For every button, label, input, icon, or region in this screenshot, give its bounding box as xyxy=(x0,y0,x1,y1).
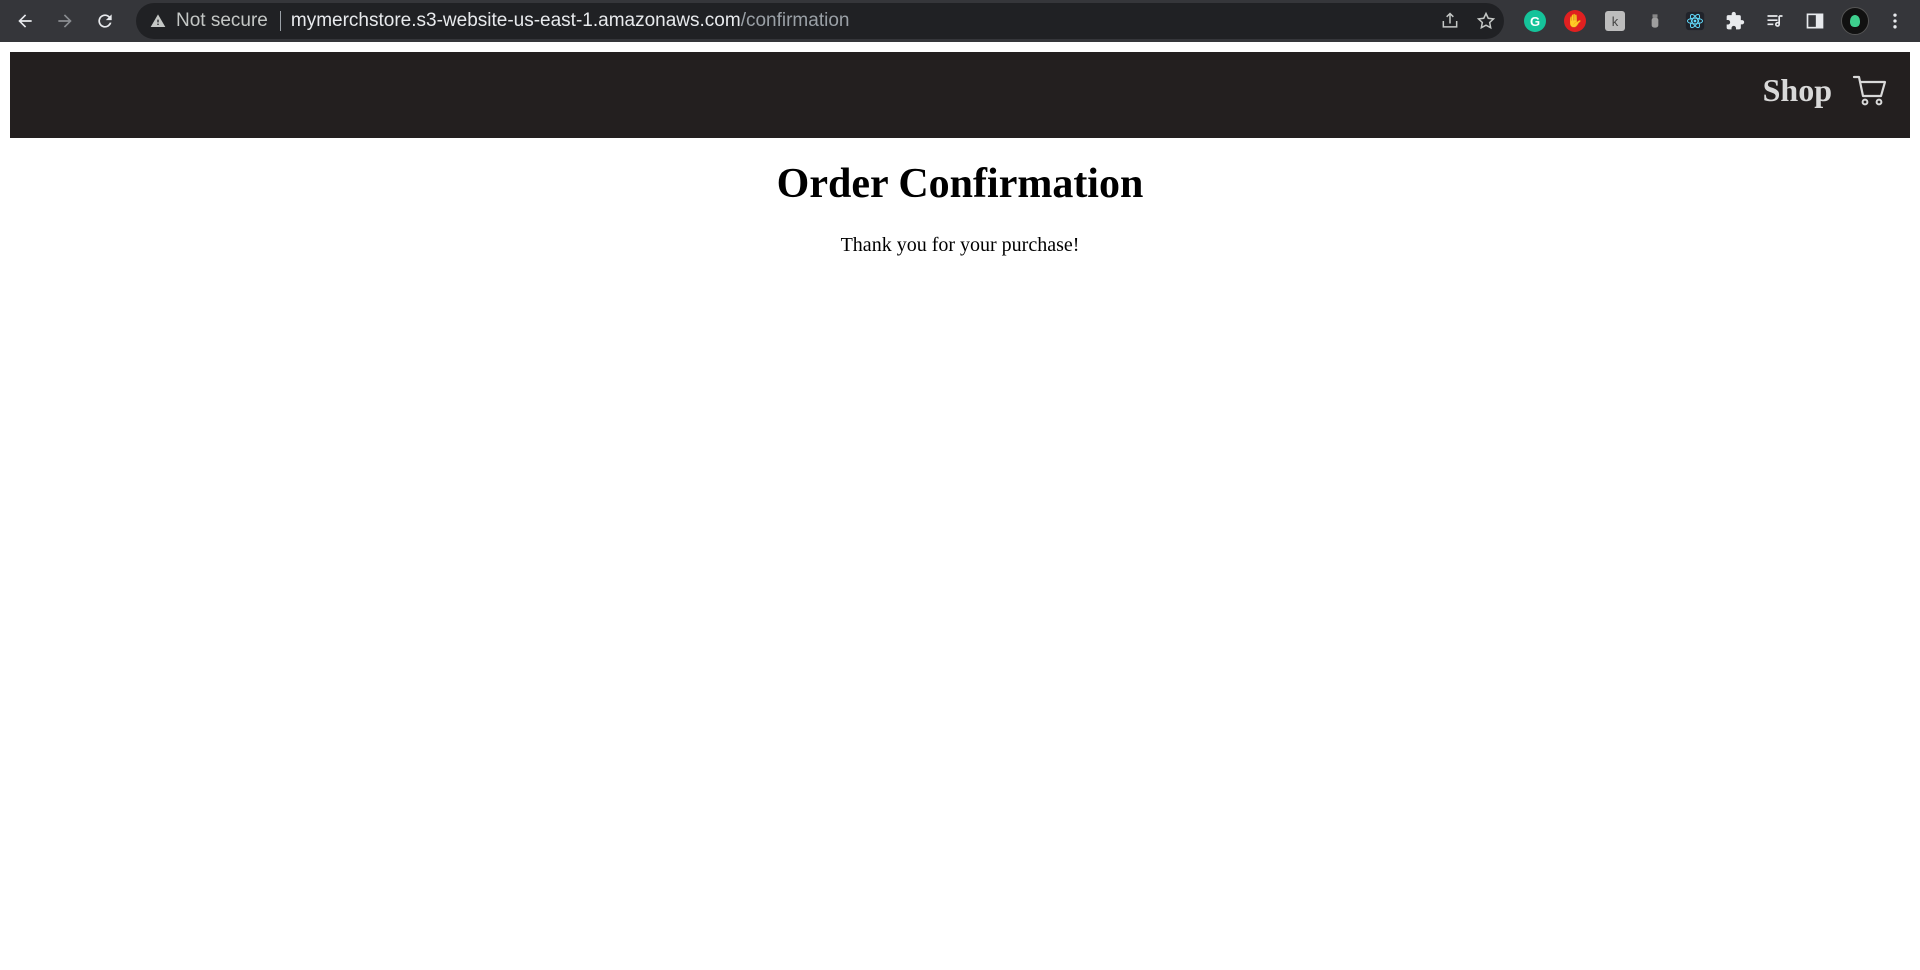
reading-list-button[interactable] xyxy=(1755,3,1795,39)
reading-list-icon xyxy=(1767,15,1783,27)
reload-icon xyxy=(98,14,112,28)
back-button[interactable] xyxy=(6,2,44,40)
bookmark-star-icon[interactable] xyxy=(1476,11,1496,31)
extension-bottle-icon xyxy=(1651,14,1659,28)
react-devtools-extension[interactable] xyxy=(1675,3,1715,39)
menu-kebab-icon xyxy=(1893,13,1897,29)
security-label[interactable]: Not secure xyxy=(176,10,268,32)
grammarly-icon: G xyxy=(1524,10,1546,32)
warning-icon xyxy=(150,12,168,30)
react-devtools-icon xyxy=(1685,11,1705,31)
omnibox-divider xyxy=(279,11,281,31)
forward-icon xyxy=(58,14,72,28)
forward-button[interactable] xyxy=(46,2,84,40)
extensions-button[interactable] xyxy=(1715,3,1755,39)
shop-link[interactable]: Shop xyxy=(1763,72,1832,109)
extension-k-icon: k xyxy=(1605,11,1625,31)
profile-button[interactable] xyxy=(1835,3,1875,39)
side-panel-icon xyxy=(1806,13,1824,29)
browser-toolbar: Not secure mymerchstore.s3-website-us-ea… xyxy=(0,0,1920,42)
url-host: mymerchstore.s3-website-us-east-1.amazon… xyxy=(290,10,741,31)
side-panel-button[interactable] xyxy=(1795,3,1835,39)
chrome-menu-button[interactable] xyxy=(1875,3,1915,39)
adblock-icon: ✋ xyxy=(1564,10,1586,32)
reload-button[interactable] xyxy=(86,2,124,40)
back-icon xyxy=(18,14,32,28)
url-path: /confirmation xyxy=(740,10,850,31)
confirmation-message: Thank you for your purchase! xyxy=(840,234,1080,256)
main-content: Order Confirmation Thank you for your pu… xyxy=(0,160,1920,257)
cart-icon[interactable] xyxy=(1852,72,1888,108)
k-extension[interactable]: k xyxy=(1595,3,1635,39)
extensions-puzzle-icon xyxy=(1726,11,1745,30)
adblock-extension[interactable]: ✋ xyxy=(1555,3,1595,39)
profile-avatar xyxy=(1841,7,1869,35)
site-header: Shop xyxy=(10,52,1910,138)
share-icon[interactable] xyxy=(1440,11,1460,31)
bottle-extension[interactable] xyxy=(1635,3,1675,39)
grammarly-extension[interactable]: G xyxy=(1515,3,1555,39)
address-bar[interactable]: Not secure mymerchstore.s3-website-us-ea… xyxy=(136,3,1504,39)
page-title: Order Confirmation xyxy=(776,161,1144,207)
